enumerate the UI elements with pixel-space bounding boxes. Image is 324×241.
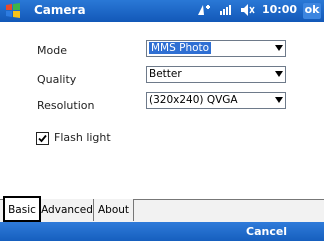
clock[interactable]: 10:00	[262, 3, 297, 16]
tab-about[interactable]: About	[94, 199, 134, 221]
ok-button[interactable]: ok	[303, 3, 321, 19]
title-bar: Camera 10:00 ok	[0, 0, 324, 22]
signal-icon[interactable]	[219, 3, 235, 20]
softkey-bar: Cancel	[0, 222, 324, 241]
mode-label: Mode	[37, 44, 67, 57]
mode-dropdown[interactable]: MMS Photo	[146, 40, 286, 57]
windows-start-icon[interactable]	[4, 2, 22, 20]
connectivity-icon[interactable]	[196, 3, 212, 20]
mode-value: MMS Photo	[149, 42, 212, 54]
quality-dropdown[interactable]: Better	[146, 66, 286, 83]
chevron-down-icon	[275, 45, 283, 51]
checkmark-icon	[38, 134, 47, 143]
cancel-softkey[interactable]: Cancel	[246, 225, 287, 238]
quality-label: Quality	[37, 73, 77, 86]
flash-light-label[interactable]: Flash light	[54, 131, 111, 144]
tab-advanced[interactable]: Advanced	[41, 199, 94, 221]
chevron-down-icon	[275, 71, 283, 77]
resolution-value: (320x240) QVGA	[149, 94, 238, 106]
flash-light-checkbox[interactable]	[36, 132, 49, 145]
chevron-down-icon	[275, 97, 283, 103]
app-title: Camera	[34, 3, 86, 17]
quality-value: Better	[149, 68, 182, 80]
resolution-label: Resolution	[37, 99, 95, 112]
speaker-icon[interactable]	[240, 3, 256, 20]
resolution-dropdown[interactable]: (320x240) QVGA	[146, 92, 286, 109]
tab-basic[interactable]: Basic	[3, 196, 41, 222]
